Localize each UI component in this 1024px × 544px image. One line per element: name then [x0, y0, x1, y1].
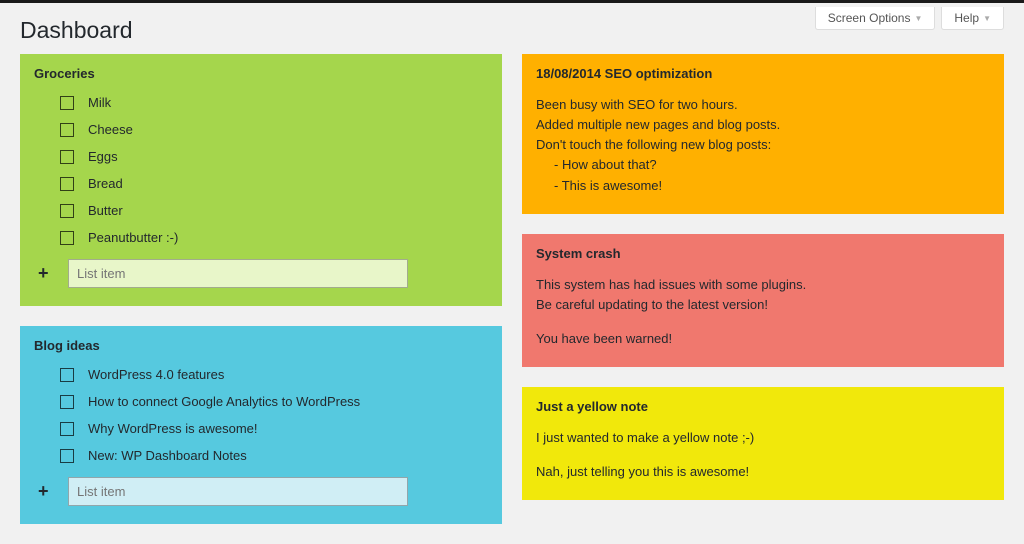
- checkbox-icon[interactable]: [60, 177, 74, 191]
- column-left: Groceries Milk Cheese Eggs Bread Butter …: [20, 54, 502, 524]
- list-item[interactable]: Peanutbutter :-): [60, 230, 488, 245]
- help-button[interactable]: Help ▼: [941, 7, 1004, 30]
- list-item[interactable]: How to connect Google Analytics to WordP…: [60, 394, 488, 409]
- blog-ideas-list: WordPress 4.0 features How to connect Go…: [60, 367, 488, 463]
- checkbox-icon[interactable]: [60, 204, 74, 218]
- add-item-input[interactable]: [68, 477, 408, 506]
- note-line: I just wanted to make a yellow note ;-): [536, 428, 990, 448]
- chevron-down-icon: ▼: [983, 14, 991, 23]
- note-line: Don't touch the following new blog posts…: [536, 135, 990, 155]
- list-item-label: Bread: [88, 176, 123, 191]
- checkbox-icon[interactable]: [60, 449, 74, 463]
- list-item-label: How to connect Google Analytics to WordP…: [88, 394, 360, 409]
- note-line: This system has had issues with some plu…: [536, 275, 990, 295]
- checkbox-icon[interactable]: [60, 231, 74, 245]
- list-item-label: Peanutbutter :-): [88, 230, 178, 245]
- plus-icon[interactable]: +: [38, 263, 58, 284]
- note-line: Added multiple new pages and blog posts.: [536, 115, 990, 135]
- checkbox-icon[interactable]: [60, 422, 74, 436]
- screen-options-button[interactable]: Screen Options ▼: [815, 7, 936, 30]
- note-line: Been busy with SEO for two hours.: [536, 95, 990, 115]
- note-subline: - How about that?: [536, 155, 990, 175]
- note-line: You have been warned!: [536, 329, 990, 349]
- column-right: 18/08/2014 SEO optimization Been busy wi…: [522, 54, 1004, 524]
- add-item-input[interactable]: [68, 259, 408, 288]
- list-item-label: Milk: [88, 95, 111, 110]
- list-item[interactable]: Milk: [60, 95, 488, 110]
- note-body: I just wanted to make a yellow note ;-) …: [536, 428, 990, 482]
- note-yellow: Just a yellow note I just wanted to make…: [522, 387, 1004, 500]
- help-label: Help: [954, 11, 979, 25]
- list-item-label: Eggs: [88, 149, 118, 164]
- note-system-crash: System crash This system has had issues …: [522, 234, 1004, 367]
- note-title: Blog ideas: [34, 338, 488, 353]
- screen-options-label: Screen Options: [828, 11, 911, 25]
- list-item[interactable]: WordPress 4.0 features: [60, 367, 488, 382]
- note-groceries: Groceries Milk Cheese Eggs Bread Butter …: [20, 54, 502, 306]
- checkbox-icon[interactable]: [60, 395, 74, 409]
- checkbox-icon[interactable]: [60, 368, 74, 382]
- note-line: Be careful updating to the latest versio…: [536, 295, 990, 315]
- list-item-label: WordPress 4.0 features: [88, 367, 224, 382]
- note-subline: - This is awesome!: [536, 176, 990, 196]
- note-body: Been busy with SEO for two hours. Added …: [536, 95, 990, 196]
- note-body: This system has had issues with some plu…: [536, 275, 990, 349]
- note-title: 18/08/2014 SEO optimization: [536, 66, 990, 81]
- list-item[interactable]: Butter: [60, 203, 488, 218]
- list-item[interactable]: Eggs: [60, 149, 488, 164]
- note-title: Groceries: [34, 66, 488, 81]
- checkbox-icon[interactable]: [60, 123, 74, 137]
- dashboard-columns: Groceries Milk Cheese Eggs Bread Butter …: [0, 48, 1024, 544]
- list-item-label: Cheese: [88, 122, 133, 137]
- list-item[interactable]: New: WP Dashboard Notes: [60, 448, 488, 463]
- list-item[interactable]: Bread: [60, 176, 488, 191]
- page-header: Dashboard Screen Options ▼ Help ▼: [0, 3, 1024, 48]
- note-seo: 18/08/2014 SEO optimization Been busy wi…: [522, 54, 1004, 214]
- chevron-down-icon: ▼: [914, 14, 922, 23]
- list-item-label: Why WordPress is awesome!: [88, 421, 258, 436]
- note-title: System crash: [536, 246, 990, 261]
- checkbox-icon[interactable]: [60, 96, 74, 110]
- list-item-label: Butter: [88, 203, 123, 218]
- screen-meta-tabs: Screen Options ▼ Help ▼: [815, 7, 1004, 30]
- list-item[interactable]: Why WordPress is awesome!: [60, 421, 488, 436]
- page-title: Dashboard: [20, 11, 133, 44]
- add-item-row: +: [38, 259, 488, 288]
- add-item-row: +: [38, 477, 488, 506]
- note-blog-ideas: Blog ideas WordPress 4.0 features How to…: [20, 326, 502, 524]
- list-item-label: New: WP Dashboard Notes: [88, 448, 247, 463]
- list-item[interactable]: Cheese: [60, 122, 488, 137]
- note-line: Nah, just telling you this is awesome!: [536, 462, 990, 482]
- note-title: Just a yellow note: [536, 399, 990, 414]
- groceries-list: Milk Cheese Eggs Bread Butter Peanutbutt…: [60, 95, 488, 245]
- checkbox-icon[interactable]: [60, 150, 74, 164]
- plus-icon[interactable]: +: [38, 481, 58, 502]
